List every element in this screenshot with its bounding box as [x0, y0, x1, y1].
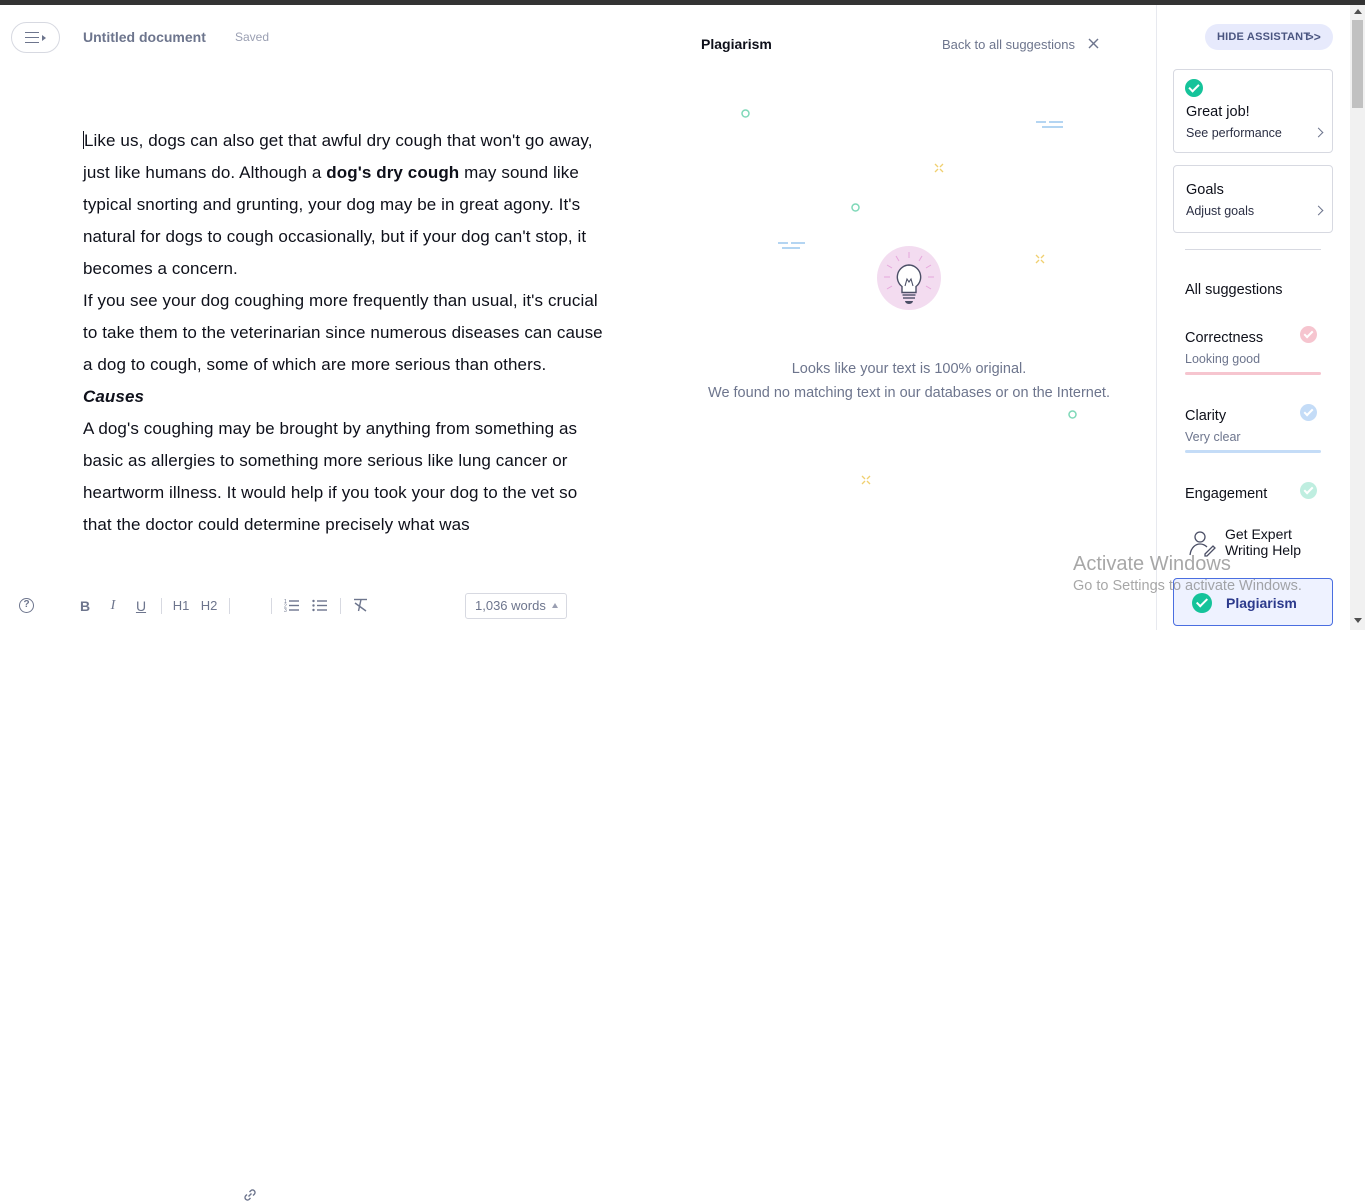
italic-button[interactable]: I [106, 598, 120, 614]
engagement-label[interactable]: Engagement [1185, 486, 1267, 502]
clarity-check-icon [1300, 404, 1317, 421]
clarity-bar [1185, 450, 1321, 453]
original-detail: We found no matching text in our databas… [708, 385, 1110, 401]
engagement-check-icon [1300, 482, 1317, 499]
paragraph[interactable]: A dog's coughing may be brought by anyth… [83, 413, 608, 541]
chevron-right-icon [1313, 205, 1324, 216]
section-heading[interactable]: Causes [83, 381, 608, 413]
goals-subtitle: Adjust goals [1186, 204, 1255, 218]
caret-right-icon [42, 34, 46, 41]
decorative-dashes-icon [1036, 121, 1063, 128]
menu-button[interactable] [11, 22, 60, 53]
back-to-suggestions-link[interactable]: Back to all suggestions [942, 37, 1075, 52]
decorative-circle-icon [851, 203, 860, 212]
check-circle-icon [1185, 79, 1203, 97]
document-editor[interactable]: Like us, dogs can also get that awful dr… [83, 125, 608, 541]
numbered-list-icon[interactable]: 1 2 3 [284, 598, 300, 612]
scroll-up-arrow-icon[interactable] [1354, 9, 1362, 14]
goals-title: Goals [1186, 182, 1224, 198]
all-suggestions-link[interactable]: All suggestions [1185, 282, 1283, 298]
toolbar-divider [271, 598, 272, 614]
sidebar-divider [1185, 249, 1321, 250]
chevron-right-icon [1313, 127, 1324, 138]
paragraph[interactable]: If you see your dog coughing more freque… [83, 285, 608, 381]
decorative-sparkle-icon [1035, 254, 1045, 264]
word-count-button[interactable]: 1,036 words [465, 593, 567, 619]
activation-watermark-subtitle: Go to Settings to activate Windows. [1073, 578, 1302, 594]
clarity-status: Very clear [1185, 430, 1241, 444]
hamburger-icon [25, 32, 39, 43]
decorative-dashes-icon [778, 242, 805, 249]
decorative-circle-icon [1068, 410, 1077, 419]
double-chevron-right-icon: >> [1306, 30, 1321, 44]
expert-help-label: Get Expert Writing Help [1225, 526, 1301, 558]
decorative-circle-icon [741, 109, 750, 118]
performance-title: Great job! [1186, 104, 1250, 120]
performance-card[interactable]: Great job! See performance [1173, 69, 1333, 153]
correctness-bar [1185, 372, 1321, 375]
bold-button[interactable]: B [78, 598, 92, 614]
save-status: Saved [235, 30, 270, 44]
original-message: Looks like your text is 100% original. [791, 361, 1027, 377]
bold-keyword: dog's dry cough [326, 163, 460, 182]
caret-up-icon [552, 603, 558, 608]
heading2-button[interactable]: H2 [200, 598, 218, 613]
activation-watermark-title: Activate Windows [1073, 553, 1231, 575]
panel-title: Plagiarism [701, 36, 772, 52]
svg-text:3: 3 [284, 608, 287, 612]
goals-card[interactable]: Goals Adjust goals [1173, 165, 1333, 233]
link-icon[interactable] [242, 1188, 258, 1202]
decorative-sparkle-icon [861, 475, 871, 485]
hide-assistant-label: HIDE ASSISTANT [1217, 31, 1311, 43]
lightbulb-illustration [877, 246, 941, 310]
performance-subtitle: See performance [1186, 126, 1282, 140]
underline-button[interactable]: U [134, 598, 148, 614]
hide-assistant-button[interactable]: HIDE ASSISTANT >> [1205, 24, 1333, 50]
lightbulb-icon [884, 252, 934, 304]
paragraph[interactable]: Like us, dogs can also get that awful dr… [83, 125, 608, 285]
scrollbar-thumb[interactable] [1352, 20, 1363, 108]
correctness-status: Looking good [1185, 352, 1261, 366]
correctness-check-icon [1300, 326, 1317, 343]
correctness-label[interactable]: Correctness [1185, 330, 1263, 346]
document-title[interactable]: Untitled document [83, 29, 206, 45]
help-icon[interactable]: ? [19, 598, 34, 613]
toolbar-divider [161, 598, 162, 614]
bullet-list-icon[interactable] [312, 598, 328, 612]
clear-formatting-icon[interactable] [353, 598, 368, 612]
heading1-button[interactable]: H1 [172, 598, 190, 613]
check-circle-icon [1192, 593, 1212, 613]
close-icon[interactable] [1087, 37, 1100, 50]
toolbar-divider [229, 598, 230, 614]
decorative-sparkle-icon [934, 163, 944, 173]
toolbar-divider [340, 598, 341, 614]
plagiarism-button-label: Plagiarism [1226, 595, 1297, 611]
scroll-down-arrow-icon[interactable] [1354, 618, 1362, 623]
word-count-label: 1,036 words [475, 598, 546, 613]
clarity-label[interactable]: Clarity [1185, 408, 1226, 424]
